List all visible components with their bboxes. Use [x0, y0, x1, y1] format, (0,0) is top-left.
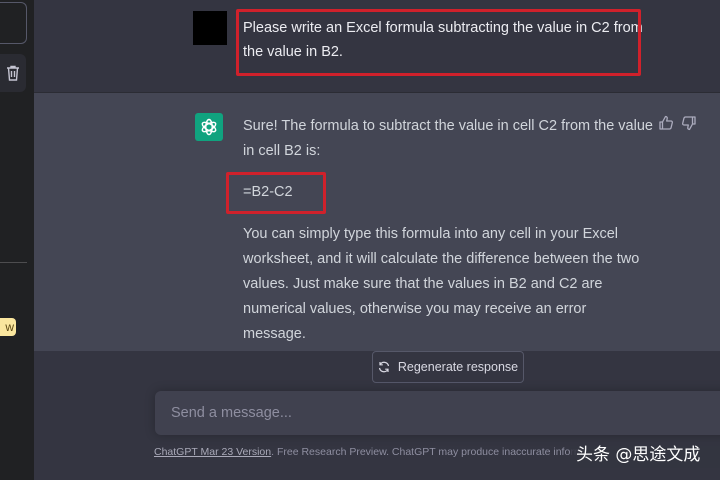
highlight-box-prompt [236, 9, 641, 76]
new-badge: w [0, 318, 16, 336]
regenerate-label: Regenerate response [397, 360, 519, 374]
sidebar-divider [0, 262, 27, 263]
regenerate-button[interactable]: Regenerate response [372, 351, 524, 383]
refresh-icon [378, 361, 389, 373]
new-chat-button[interactable] [0, 2, 27, 44]
thumbs-up-icon[interactable] [658, 115, 674, 131]
highlight-box-formula [226, 172, 326, 214]
thumbs-down-icon[interactable] [681, 115, 697, 131]
disclaimer-text: . Free Research Preview. ChatGPT may pro… [271, 446, 583, 458]
version-link[interactable]: ChatGPT Mar 23 Version [154, 446, 271, 458]
assistant-explanation-text: You can simply type this formula into an… [243, 226, 640, 342]
assistant-intro-text: Sure! The formula to subtract the value … [243, 118, 653, 159]
message-input[interactable] [169, 404, 693, 422]
message-input-box[interactable] [155, 391, 720, 435]
watermark: 头条 @思途文成 [570, 442, 720, 468]
user-avatar [193, 11, 227, 45]
trash-icon[interactable] [6, 65, 20, 81]
openai-logo-icon [195, 113, 223, 141]
